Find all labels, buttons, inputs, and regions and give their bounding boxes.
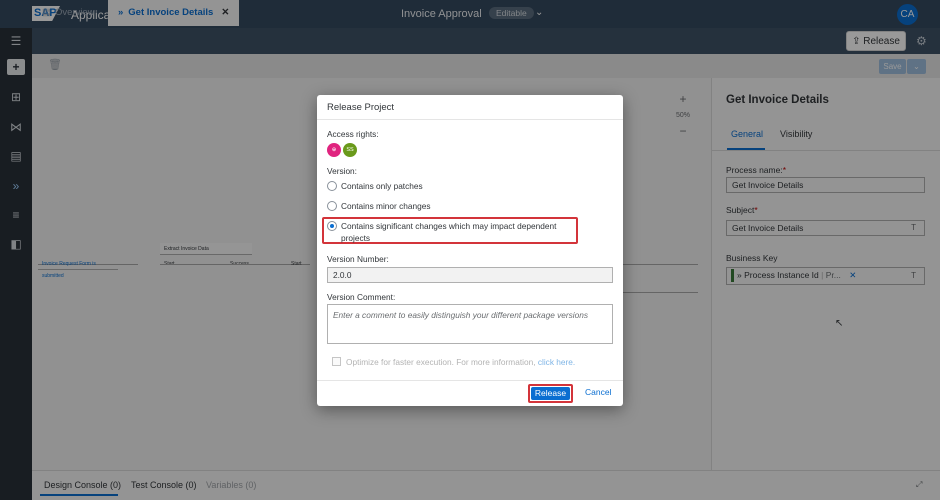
divider: [317, 380, 623, 381]
access-avatar[interactable]: SS: [343, 143, 357, 157]
radio-minor[interactable]: [327, 201, 337, 211]
radio-patches[interactable]: [327, 181, 337, 191]
access-rights-label: Access rights:: [327, 129, 379, 139]
access-avatar[interactable]: ⊕: [327, 143, 341, 157]
release-button-label: Release: [531, 387, 570, 400]
radio-minor-label[interactable]: Contains minor changes: [341, 200, 430, 212]
release-button[interactable]: Release: [528, 384, 573, 403]
version-comment-label: Version Comment:: [327, 292, 396, 302]
cancel-button[interactable]: Cancel: [585, 387, 611, 397]
optimize-label: Optimize for faster execution. For more …: [346, 357, 576, 367]
more-info-link[interactable]: click here.: [538, 357, 575, 367]
version-number-label: Version Number:: [327, 254, 389, 264]
release-project-dialog: Release Project Access rights: ⊕ SS Vers…: [317, 95, 623, 406]
optimize-checkbox[interactable]: [332, 357, 341, 366]
version-number-field[interactable]: 2.0.0: [327, 267, 613, 283]
radio-significant-label[interactable]: Contains significant changes which may i…: [341, 220, 571, 244]
version-comment-field[interactable]: Enter a comment to easily distinguish yo…: [327, 304, 613, 344]
divider: [317, 119, 623, 120]
radio-significant[interactable]: [327, 221, 337, 231]
dialog-title: Release Project: [327, 102, 395, 113]
radio-patches-label[interactable]: Contains only patches: [341, 180, 423, 192]
version-label: Version:: [327, 166, 357, 176]
